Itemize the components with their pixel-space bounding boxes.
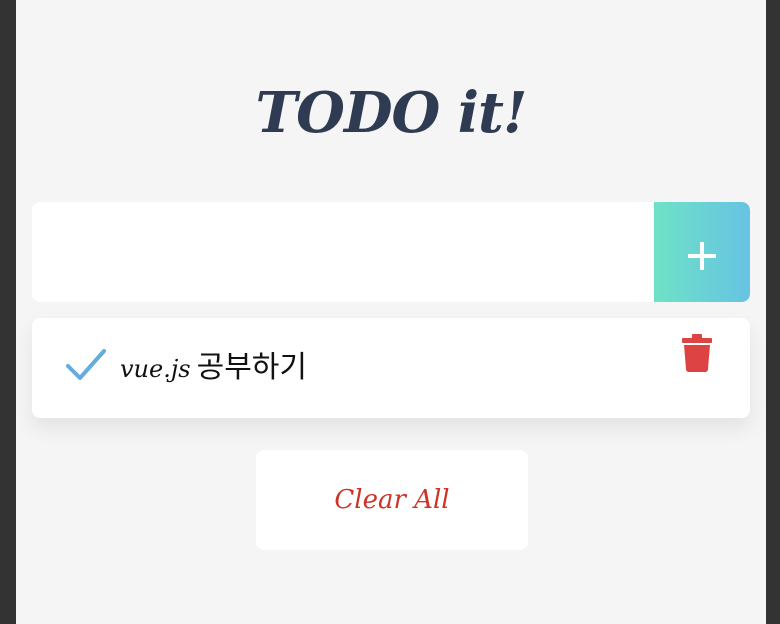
todo-text-korean: 공부하기 — [196, 350, 308, 385]
list-item: vue.js 공부하기 — [32, 318, 750, 418]
app-container: TODO it! vue.js 공부하기 Clear All — [16, 0, 766, 624]
todo-input-container — [32, 202, 750, 302]
page-title: TODO it! — [255, 80, 527, 146]
todo-text: vue.js 공부하기 — [120, 348, 307, 388]
trash-icon[interactable] — [682, 334, 712, 372]
todo-text-latin: vue.js — [120, 355, 191, 383]
clear-all-button[interactable]: Clear All — [256, 450, 528, 550]
add-button[interactable] — [654, 202, 750, 302]
check-icon[interactable] — [66, 348, 106, 382]
todo-input[interactable] — [32, 202, 654, 302]
